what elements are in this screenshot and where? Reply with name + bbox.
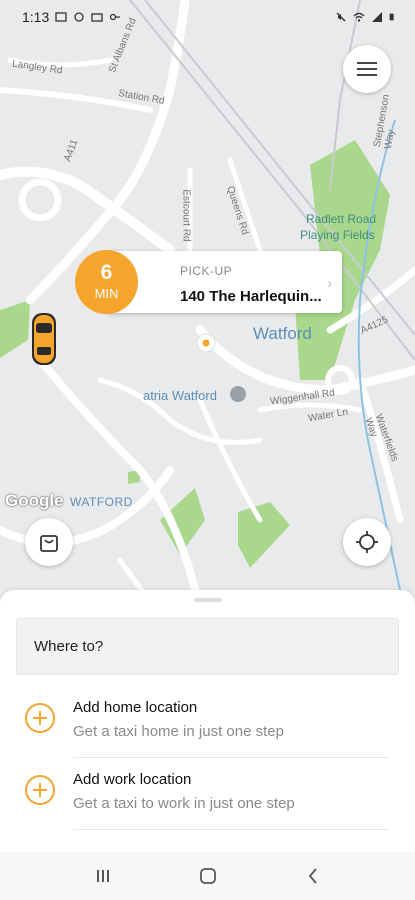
home-icon	[199, 868, 216, 884]
eta-badge: 6 MIN	[75, 250, 138, 314]
battery-icon	[389, 13, 394, 21]
eta-unit: MIN	[94, 286, 119, 301]
map-label-watford-small: WATFORD	[70, 495, 133, 509]
map-label-atria: atria Watford	[143, 388, 217, 403]
work-title: Add work location	[73, 771, 192, 788]
bottom-sheet: Where to? Add home location Get a taxi h…	[0, 590, 415, 852]
signal-icon	[372, 12, 382, 22]
notification-icon	[74, 12, 84, 22]
sheet-handle[interactable]	[194, 598, 222, 602]
map-label-watford: Watford	[253, 324, 312, 343]
work-subtitle: Get a taxi to work in just one step	[73, 795, 295, 812]
back-button[interactable]	[293, 856, 333, 896]
shop-button[interactable]	[25, 518, 73, 566]
menu-button[interactable]	[343, 45, 391, 93]
add-work-location-item[interactable]: Add work location Get a taxi to work in …	[0, 758, 415, 830]
back-icon	[308, 868, 317, 884]
recents-icon	[96, 870, 109, 882]
google-logo: Google	[5, 491, 64, 510]
add-home-location-item[interactable]: Add home location Get a taxi home in jus…	[0, 686, 415, 758]
recents-button[interactable]	[83, 856, 123, 896]
locate-me-button[interactable]	[343, 518, 391, 566]
gallery-icon	[55, 12, 67, 22]
pickup-card[interactable]: PICK-UP 140 The Harlequin... ›	[105, 251, 342, 313]
home-subtitle: Get a taxi home in just one step	[73, 723, 284, 740]
pickup-label: PICK-UP	[180, 264, 233, 278]
eta-value: 6	[100, 261, 113, 284]
divider	[73, 829, 389, 830]
key-icon	[110, 13, 121, 21]
car-icon	[32, 313, 56, 365]
map-label-playing: Playing Fields	[300, 228, 375, 242]
wifi-icon	[353, 12, 365, 22]
search-placeholder: Where to?	[34, 638, 104, 655]
home-title: Add home location	[73, 699, 198, 716]
pickup-bubble[interactable]: PICK-UP 140 The Harlequin... › 6 MIN	[75, 250, 342, 314]
status-bar: 1:13	[0, 0, 415, 34]
shopping-bag-icon	[40, 535, 58, 552]
home-button[interactable]	[188, 856, 228, 896]
chevron-right-icon: ›	[327, 275, 332, 291]
system-nav-bar	[0, 852, 415, 900]
plus-icon	[25, 775, 55, 805]
pickup-address: 140 The Harlequin...	[180, 288, 322, 305]
map-label-radlett: Radlett Road	[306, 212, 377, 226]
map-label-estcourt: Estcourt Rd	[180, 189, 192, 242]
mail-icon	[91, 13, 103, 22]
destination-search-input[interactable]: Where to?	[16, 618, 399, 675]
menu-icon	[357, 62, 377, 76]
mute-icon	[336, 12, 346, 22]
locate-icon	[356, 531, 378, 553]
plus-icon	[25, 703, 55, 733]
status-time: 1:13	[22, 9, 50, 25]
